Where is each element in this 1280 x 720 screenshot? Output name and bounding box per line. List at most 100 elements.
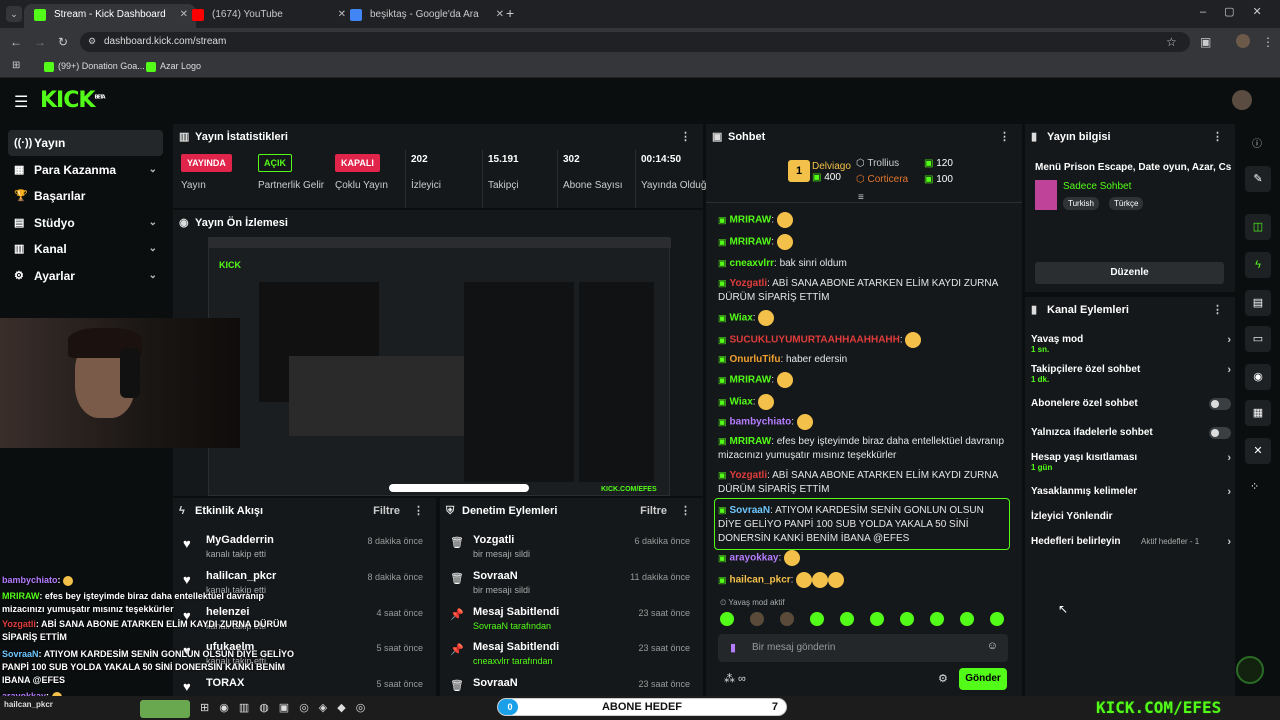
toggle-switch[interactable] [1209,427,1231,439]
layout-icon[interactable]: ▦ [1245,400,1271,426]
browser-tab[interactable]: (1674) YouTube ✕ [182,4,354,28]
browser-tab[interactable]: Stream - Kick Dashboard ✕ [24,4,196,28]
browser-menu-icon[interactable]: ⋮ [1262,35,1274,49]
chat-username[interactable]: MRIRAW [730,237,772,248]
chat-message[interactable]: ▣ Yozgatli: ABİ SANA ABONE ATARKEN ELİM K… [718,276,1008,305]
emote-icon[interactable] [930,612,944,626]
emoji-icon[interactable]: ☺ [987,640,998,652]
chat-message[interactable]: ▣ SovraaN: ATIYOM KARDESİM SENİN GONLUN O… [718,503,1008,546]
leader-3[interactable]: ⬡ Corticera [856,174,908,185]
site-info-icon[interactable]: ⚙ [88,36,96,47]
tag-turkish[interactable]: Turkish [1063,197,1099,210]
edit-button[interactable]: Düzenle [1035,262,1224,284]
preview-video[interactable]: KICK KICK.COM/EFES [208,237,671,496]
emote-icon[interactable] [960,612,974,626]
chat-message[interactable]: ▣ arayokkay: [718,550,1008,566]
bookmark-azar-logo[interactable]: Azar Logo [146,61,201,72]
chat-username[interactable]: MRIRAW [730,375,772,386]
leader-2[interactable]: ⬡ Trollius [856,158,899,169]
back-icon[interactable]: ← [10,35,22,49]
list-item[interactable]: 🗑 SovraaN bir mesajı sildi 11 dakika önce [440,568,700,604]
stats-menu-icon[interactable]: ⋮ [680,124,691,150]
list-item[interactable]: ♥ MyGadderrin kanalı takip etti 8 dakika ön… [173,532,433,568]
info-menu-icon[interactable]: ⋮ [1212,124,1223,150]
chat-username[interactable]: OnurluTifu [730,354,781,365]
screenshot-icon[interactable]: ◫ [1245,214,1271,240]
channel-action-row[interactable]: Yavaş mod 1 sn. › [1031,334,1231,354]
chat-username[interactable]: arayokkay [730,553,779,564]
chat-username[interactable]: hailcan_pkcr [730,575,791,586]
chat-message[interactable]: ▣ Yozgatli: ABİ SANA ABONE ATARKEN ELİM K… [718,468,1008,497]
chat-message[interactable]: ▣ hailcan_pkcr: [718,572,1008,588]
edit-pencil-icon[interactable]: ✎ [1245,166,1271,192]
emote-bar[interactable] [720,612,1010,628]
sidebar-item[interactable]: ▦ Para Kazanma ⌄ [8,157,163,183]
url-input[interactable]: dashboard.kick.com/stream [80,32,1190,52]
actions-menu-icon[interactable]: ⋮ [1212,297,1223,323]
taskbar-thumbnail[interactable] [140,700,190,718]
message-icon[interactable]: ▭ [1245,326,1271,352]
channel-action-row[interactable]: Hesap yaşı kısıtlaması 1 gün › [1031,452,1231,472]
channel-action-row[interactable]: Hedefleri belirleyin › Aktif hedefler - 1 [1031,536,1231,548]
broadcast-icon[interactable]: ◉ [1245,364,1271,390]
emote-icon[interactable] [810,612,824,626]
chat-message[interactable]: ▣ MRIRAW: [718,234,1008,250]
moderation-filter-button[interactable]: Filtre [640,498,667,524]
sidebar-item[interactable]: ((·)) Yayın [8,130,163,156]
chat-menu-icon[interactable]: ⋮ [999,124,1010,150]
chat-message[interactable]: ▣ cneaxvlrr: bak sinri oldum [718,256,1008,271]
hamburger-menu-icon[interactable]: ☰ [14,92,28,112]
chat-message[interactable]: ▣ Wiax: [718,310,1008,326]
info-circle-icon[interactable]: ⓘ [1252,135,1262,150]
chat-settings-icon[interactable]: ⚙ [938,672,948,685]
browser-tab[interactable]: beşiktaş - Google'da Ara ✕ [340,4,512,28]
channel-action-row[interactable]: Abonelere özel sohbet [1031,398,1231,410]
chat-input[interactable]: ▮ Bir mesaj gönderin ☺ [718,634,1008,662]
send-button[interactable]: Gönder [959,668,1007,690]
profile-avatar[interactable] [1236,34,1250,48]
wrench-icon[interactable]: ✕ [1245,438,1271,464]
chat-username[interactable]: SovraaN [730,505,771,516]
category-link[interactable]: Sadece Sohbet [1063,181,1131,192]
clipboard-icon[interactable]: ▤ [1245,290,1271,316]
chat-message[interactable]: ▣ MRIRAW: efes bey işteyimde biraz daha e… [718,434,1008,463]
chat-username[interactable]: Wiax [730,313,753,324]
emote-icon[interactable] [900,612,914,626]
chat-message[interactable]: ▣ bambychiato: [718,414,1008,430]
chat-username[interactable]: Wiax [730,397,753,408]
list-item[interactable]: 🗑 Yozgatli bir mesajı sildi 6 dakika önce [440,532,700,568]
lightning-icon[interactable]: ϟ [1245,252,1271,278]
moderation-menu-icon[interactable]: ⋮ [680,498,691,524]
toggle-switch[interactable] [1209,398,1231,410]
chat-username[interactable]: MRIRAW [730,215,772,226]
chat-message[interactable]: ▣ OnurluTifu: haber edersin [718,352,1008,367]
microphone-icon[interactable]: ▮ [730,641,736,654]
kick-logo[interactable]: KICKBETA [40,88,106,113]
leader-1[interactable]: Delviago ▣ 400 [812,161,851,183]
chat-username[interactable]: Yozgatli [730,470,768,481]
extensions-icon[interactable]: ▣ [1200,35,1211,49]
emote-icon[interactable] [990,612,1004,626]
activity-filter-button[interactable]: Filtre [373,498,400,524]
emote-icon[interactable] [840,612,854,626]
emote-icon[interactable] [720,612,734,626]
list-item[interactable]: 📌 Mesaj Sabitlendi SovraaN tarafından 23 sa… [440,604,700,640]
channel-action-row[interactable]: Yasaklanmış kelimeler › [1031,486,1231,498]
user-avatar[interactable] [1232,90,1252,110]
chat-username[interactable]: bambychiato [730,417,792,428]
channel-action-row[interactable]: İzleyici Yönlendir [1031,511,1231,522]
sidebar-item[interactable]: ▤ Stüdyo ⌄ [8,210,163,236]
apps-dots-icon[interactable]: ⁘ [1250,480,1259,493]
sidebar-item[interactable]: ▥ Kanal ⌄ [8,236,163,262]
new-tab-icon[interactable]: + [506,5,514,21]
channel-action-row[interactable]: Takipçilere özel sohbet 1 dk. › [1031,364,1231,384]
window-controls[interactable]: –▢✕ [1200,5,1280,18]
reload-icon[interactable]: ↻ [58,35,68,49]
emote-icon[interactable] [780,612,794,626]
chat-message[interactable]: ▣ MRIRAW: [718,372,1008,388]
emote-icon[interactable] [870,612,884,626]
chat-message[interactable]: ▣ Wiax: [718,394,1008,410]
chat-username[interactable]: SUCUKLUYUMURTAAHHAAHHAHH [730,335,900,346]
forward-icon[interactable]: → [34,35,46,49]
sidebar-item[interactable]: 🏆 Başarılar [8,183,163,209]
